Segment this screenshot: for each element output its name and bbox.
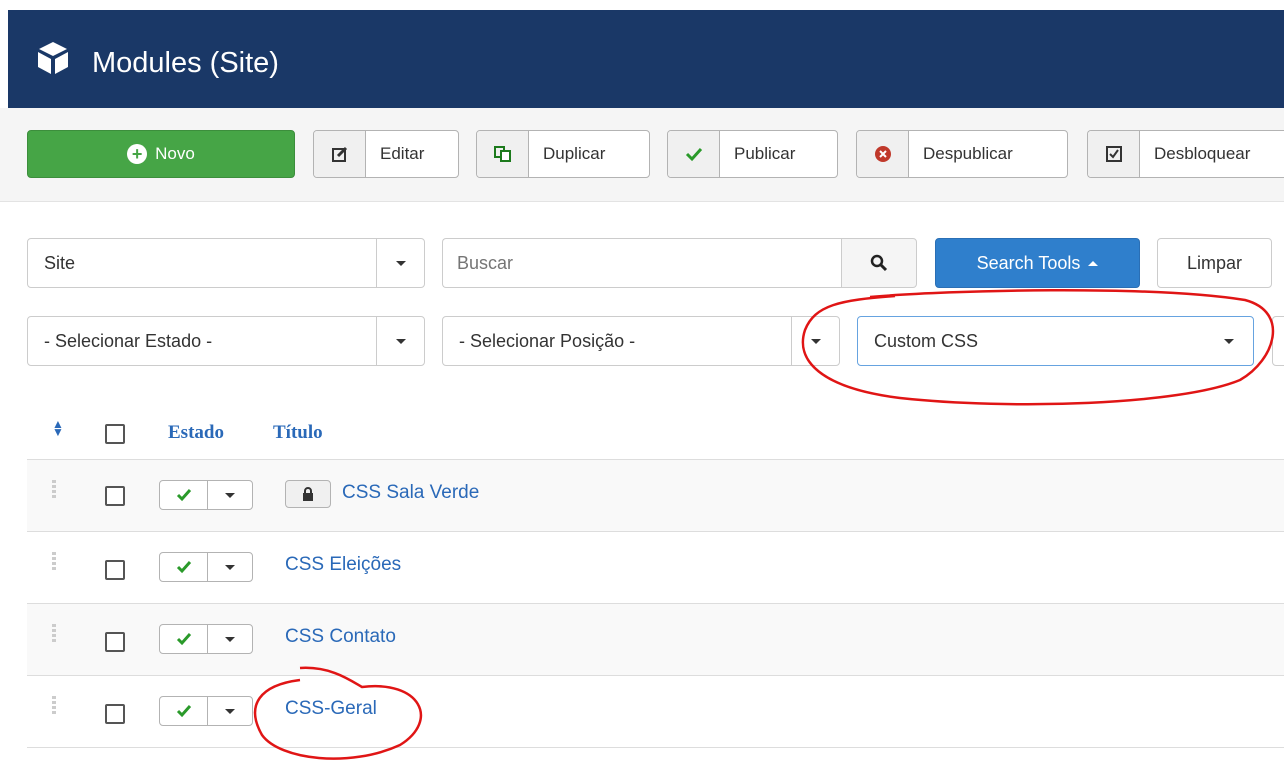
position-select-value: - Selecionar Posição - [459,331,636,351]
table-row: CSS Eleições [27,532,1284,604]
status-toggle[interactable] [159,624,253,654]
edit-button[interactable]: Editar [313,130,459,178]
chevron-down-icon[interactable] [208,625,252,653]
status-toggle[interactable] [159,696,253,726]
unpublish-button-label: Despublicar [923,144,1013,163]
check-icon [668,131,720,177]
edit-button-label: Editar [380,144,425,163]
row-checkbox[interactable] [105,632,125,652]
drag-handle-icon[interactable] [52,552,56,572]
unlock-button[interactable]: Desbloquear [1087,130,1284,178]
search-tools-button[interactable]: Search Tools [935,238,1140,288]
module-type-select-value: Custom CSS [874,331,979,351]
table-row: CSS Contato [27,604,1284,676]
edit-icon [314,131,366,177]
table-header: ▲ ▼ Estado Título [27,410,1284,460]
publish-button-label: Publicar [734,144,796,163]
check-icon[interactable] [160,481,208,509]
status-toggle[interactable] [159,552,253,582]
chevron-down-icon [1205,317,1253,365]
cancel-circle-icon [857,131,909,177]
client-select[interactable]: Site [27,238,425,288]
module-type-select[interactable]: Custom CSS [857,316,1254,366]
page-header: Modules (Site) [8,10,1284,108]
status-toggle[interactable] [159,480,253,510]
sort-icon[interactable]: ▲ ▼ [52,418,64,438]
table-row: CSS Sala Verde [27,460,1284,532]
select-all-checkbox[interactable] [105,424,125,444]
checkbox-checked-icon [1088,131,1140,177]
check-icon[interactable] [160,697,208,725]
duplicate-button[interactable]: Duplicar [476,130,650,178]
row-checkbox[interactable] [105,486,125,506]
module-title-link[interactable]: CSS-Geral [285,698,377,720]
module-title-link[interactable]: CSS Eleições [285,554,401,576]
state-select-value: - Selecionar Estado - [44,331,213,351]
duplicate-button-label: Duplicar [543,144,606,163]
publish-button[interactable]: Publicar [667,130,838,178]
table-row: CSS-Geral [27,676,1284,748]
chevron-down-icon[interactable] [208,553,252,581]
access-select[interactable] [1272,316,1284,366]
toolbar: + Novo Editar Duplicar Publicar Despubli… [0,108,1284,202]
drag-handle-icon[interactable] [52,480,56,500]
search-button[interactable] [841,238,917,288]
copy-icon [477,131,529,177]
cube-icon [38,42,68,74]
module-title-link[interactable]: CSS Sala Verde [342,482,479,504]
column-header-status[interactable]: Estado [168,422,224,444]
module-title-link[interactable]: CSS Contato [285,626,396,648]
lock-icon[interactable] [285,480,331,508]
search-icon [870,254,888,272]
drag-handle-icon[interactable] [52,624,56,644]
chevron-down-icon[interactable] [208,481,252,509]
chevron-down-icon [376,239,424,287]
clear-button-label: Limpar [1186,252,1243,273]
row-checkbox[interactable] [105,560,125,580]
plus-circle-icon: + [127,144,148,164]
page-title: Modules (Site) [92,47,279,79]
chevron-down-icon[interactable] [208,697,252,725]
state-select[interactable]: - Selecionar Estado - [27,316,425,366]
chevron-down-icon [376,317,424,365]
unlock-button-label: Desbloquear [1154,144,1251,163]
new-button[interactable]: + Novo [27,130,295,178]
caret-up-icon [1088,260,1099,266]
client-select-value: Site [44,253,76,273]
row-checkbox[interactable] [105,704,125,724]
search-tools-label: Search Tools [976,252,1081,273]
position-select[interactable]: - Selecionar Posição - [442,316,840,366]
column-header-title[interactable]: Título [273,422,323,444]
new-button-label: Novo [155,144,195,163]
unpublish-button[interactable]: Despublicar [856,130,1068,178]
clear-button[interactable]: Limpar [1157,238,1272,288]
search-input[interactable] [442,238,842,288]
drag-handle-icon[interactable] [52,696,56,716]
check-icon[interactable] [160,625,208,653]
chevron-down-icon [791,317,839,365]
check-icon[interactable] [160,553,208,581]
